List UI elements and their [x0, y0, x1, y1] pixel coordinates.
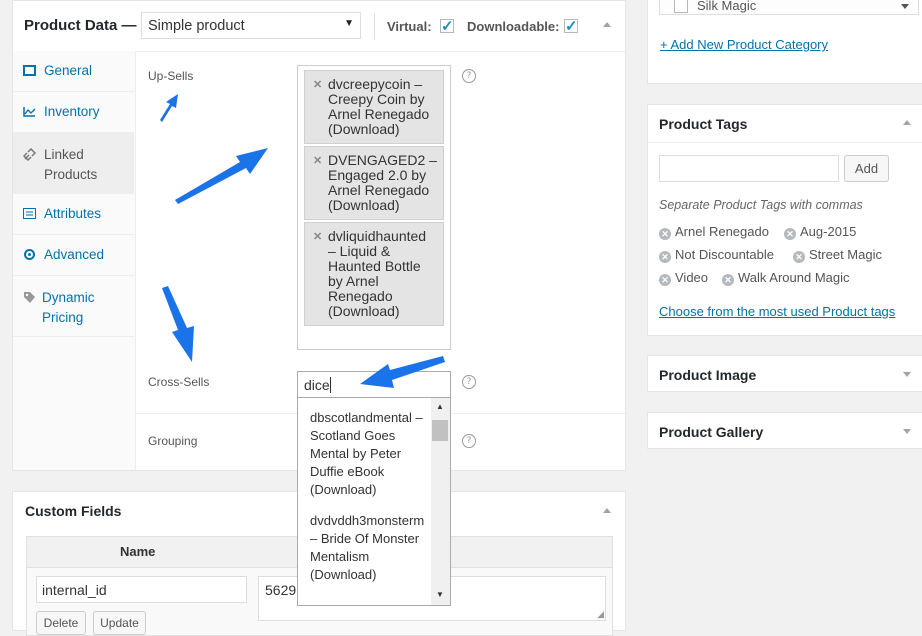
search-result-item[interactable]: dbscotlandmental – Scotland Goes Mental …	[310, 409, 428, 499]
upsell-chip: ✕ dvliquidhaunted – Liquid & Haunted Bott…	[304, 222, 444, 326]
upsell-chip: ✕ DVENGAGED2 – Engaged 2.0 by Arnel Reneg…	[304, 146, 444, 220]
search-results-dropdown: dbscotlandmental – Scotland Goes Mental …	[297, 397, 451, 606]
product-categories-panel: Silk Magic + Add New Product Category	[647, 0, 922, 84]
tag-item: ✕ Arnel Renegado	[659, 224, 769, 240]
custom-fields-title: Custom Fields	[25, 503, 122, 519]
downloadable-label: Downloadable:	[467, 19, 560, 34]
product-image-title: Product Image	[659, 367, 757, 383]
product-type-select[interactable]: Simple product ▼	[141, 12, 361, 39]
delete-button[interactable]: Delete	[36, 611, 86, 635]
crosssells-label: Cross-Sells	[148, 375, 210, 389]
new-tag-input[interactable]	[659, 155, 839, 182]
tag-item: ✕ Walk Around Magic	[722, 270, 850, 286]
dropdown-scrollbar[interactable]: ▲ ▼	[431, 398, 450, 605]
tag-item: ✕ Street Magic	[793, 247, 882, 263]
scroll-down-icon[interactable]: ▼	[436, 590, 444, 599]
crosssells-input[interactable]: dice	[297, 371, 451, 399]
product-tags-panel: Product Tags Add Separate Product Tags w…	[647, 104, 922, 336]
grid-icon	[23, 65, 36, 76]
upsells-multiselect[interactable]: ✕ dvcreepycoin – Creepy Coin by Arnel Ren…	[297, 65, 451, 350]
check-icon: ✓	[441, 18, 454, 35]
product-gallery-panel[interactable]: Product Gallery	[647, 412, 922, 449]
downloadable-checkbox[interactable]: ✓	[564, 18, 578, 35]
crosssells-input-value: dice	[304, 377, 330, 393]
tab-linked-products[interactable]: Linked Products	[13, 133, 134, 194]
tab-label: Attributes	[44, 206, 102, 221]
header-divider	[374, 13, 375, 39]
category-list: Silk Magic	[659, 0, 919, 15]
category-label: Silk Magic	[697, 0, 757, 13]
product-tags-title: Product Tags	[659, 116, 748, 132]
product-type-value: Simple product	[148, 18, 245, 34]
scroll-down-icon[interactable]	[901, 4, 909, 9]
tab-label: Linked Products	[44, 147, 98, 182]
expand-toggle-icon[interactable]	[903, 429, 911, 434]
virtual-checkbox[interactable]: ✓	[440, 18, 454, 35]
tag-item: ✕ Video	[659, 270, 708, 286]
search-result-item[interactable]: dvdvddh3monsterm – Bride Of Monster Ment…	[310, 512, 430, 584]
product-gallery-title: Product Gallery	[659, 424, 764, 440]
collapse-toggle-icon[interactable]	[903, 120, 911, 125]
tag-item: ✕ Aug-2015	[784, 224, 856, 240]
resize-handle-icon[interactable]: ◢	[597, 609, 604, 620]
tab-attributes[interactable]: Attributes	[13, 194, 134, 235]
chart-line-icon	[23, 107, 36, 117]
remove-tag-icon[interactable]: ✕	[784, 228, 796, 240]
remove-tag-icon[interactable]: ✕	[793, 251, 805, 263]
update-button[interactable]: Update	[93, 611, 146, 635]
check-icon: ✓	[565, 18, 578, 35]
remove-tag-icon[interactable]: ✕	[722, 274, 734, 286]
tab-general[interactable]: General	[13, 51, 134, 92]
scrollbar-thumb[interactable]	[432, 420, 448, 441]
choose-tags-link[interactable]: Choose from the most used Product tags	[659, 304, 895, 319]
select-arrow-icon: ▼	[344, 18, 354, 29]
remove-chip-icon[interactable]: ✕	[313, 230, 322, 245]
name-column-header: Name	[120, 544, 156, 559]
list-icon	[23, 208, 36, 219]
product-image-panel[interactable]: Product Image	[647, 355, 922, 392]
help-icon[interactable]: ?	[462, 434, 476, 448]
scroll-up-icon[interactable]: ▲	[436, 402, 444, 411]
expand-toggle-icon[interactable]	[903, 372, 911, 377]
upsells-label: Up-Sells	[148, 69, 194, 83]
tab-inventory[interactable]: Inventory	[13, 92, 134, 133]
product-data-header: Product Data — Simple product ▼ Virtual:…	[13, 1, 625, 52]
remove-tag-icon[interactable]: ✕	[659, 228, 671, 240]
upsell-chip: ✕ dvcreepycoin – Creepy Coin by Arnel Ren…	[304, 70, 444, 144]
grouping-label: Grouping	[148, 434, 198, 448]
remove-chip-icon[interactable]: ✕	[313, 154, 322, 169]
remove-chip-icon[interactable]: ✕	[313, 78, 322, 93]
tab-label: Inventory	[44, 104, 100, 119]
text-cursor	[330, 377, 331, 393]
category-checkbox[interactable]	[674, 0, 688, 13]
add-category-link[interactable]: + Add New Product Category	[660, 37, 828, 52]
add-tag-button[interactable]: Add	[844, 155, 889, 182]
tab-label: Dynamic Pricing	[42, 290, 95, 325]
gear-icon	[24, 249, 35, 260]
remove-tag-icon[interactable]: ✕	[659, 274, 671, 286]
tab-advanced[interactable]: Advanced	[13, 235, 134, 276]
tabs-column: General Inventory Linked Products Attrib…	[13, 51, 136, 470]
tab-dynamic-pricing[interactable]: Dynamic Pricing	[13, 276, 134, 337]
tab-label: General	[44, 63, 93, 78]
remove-tag-icon[interactable]: ✕	[659, 251, 671, 263]
virtual-label: Virtual:	[387, 19, 432, 34]
tab-label: Advanced	[44, 247, 105, 262]
collapse-toggle-icon[interactable]	[603, 508, 611, 513]
help-icon[interactable]: ?	[462, 69, 476, 83]
meta-key-input[interactable]: internal_id	[36, 576, 247, 603]
tag-icon	[24, 292, 35, 303]
collapse-toggle-icon[interactable]	[603, 22, 611, 27]
tag-item: ✕ Not Discountable	[659, 247, 774, 263]
help-icon[interactable]: ?	[462, 375, 476, 389]
tags-hint: Separate Product Tags with commas	[659, 198, 863, 212]
link-icon	[23, 148, 36, 161]
panel-header: Product Tags	[648, 105, 922, 143]
product-data-title: Product Data —	[24, 17, 137, 34]
